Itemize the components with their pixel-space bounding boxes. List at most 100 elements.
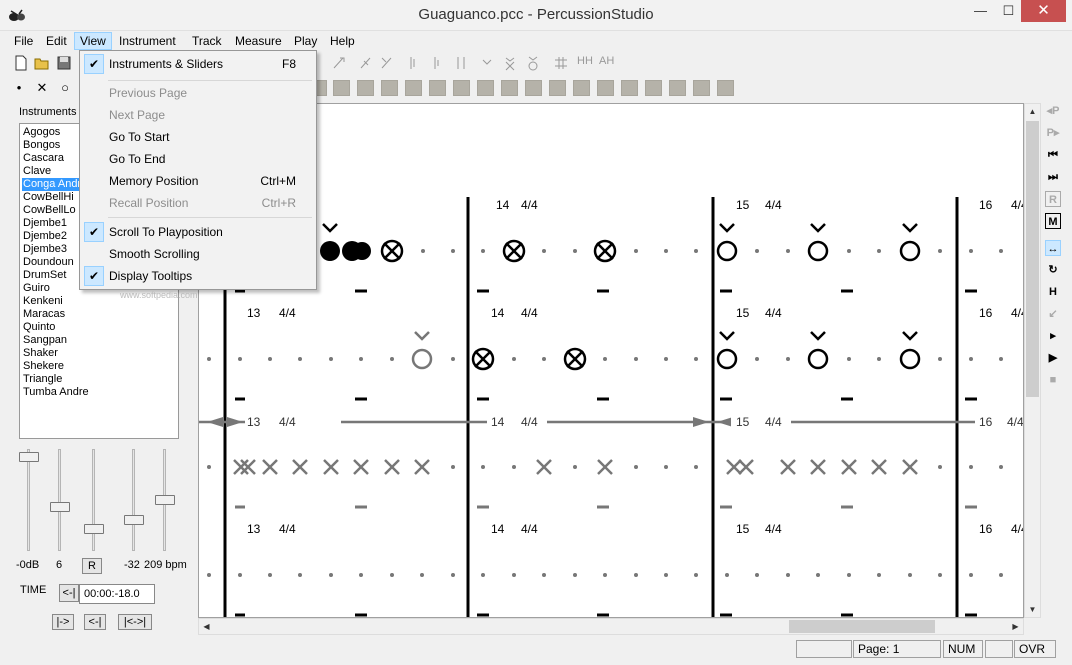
scroll-right-icon[interactable]: ▶: [1008, 619, 1023, 634]
minimize-button[interactable]: —: [965, 0, 996, 22]
o-note-button[interactable]: ○: [56, 79, 74, 97]
step-button[interactable]: [477, 80, 494, 96]
instrument-item[interactable]: Shekere: [23, 360, 64, 373]
step-button[interactable]: [549, 80, 566, 96]
instrument-item[interactable]: Doundoun: [23, 256, 74, 269]
accent-o-icon[interactable]: [524, 54, 542, 72]
time-reset-button[interactable]: <-|: [59, 584, 79, 602]
reverb-slider-thumb[interactable]: [84, 524, 104, 535]
menu-track[interactable]: Track: [187, 32, 227, 50]
go-to-end-icon[interactable]: ⏭: [1045, 169, 1061, 185]
instrument-item[interactable]: Clave: [23, 165, 51, 178]
go-to-start-icon[interactable]: ⏮: [1045, 147, 1061, 163]
menu-edit[interactable]: Edit: [41, 32, 72, 50]
step-button[interactable]: [693, 80, 710, 96]
step-button[interactable]: [357, 80, 374, 96]
instrument-item[interactable]: Djembe1: [23, 217, 67, 230]
stop-icon[interactable]: ■: [1045, 372, 1061, 388]
vertical-scroll-thumb[interactable]: [1026, 121, 1039, 397]
ah-chord-label[interactable]: AH: [599, 55, 614, 67]
step-button[interactable]: [453, 80, 470, 96]
step-button[interactable]: [429, 80, 446, 96]
step-button[interactable]: [525, 80, 542, 96]
scroll-playposition-icon[interactable]: ↔: [1045, 240, 1061, 256]
loop-icon[interactable]: ↻: [1045, 262, 1061, 278]
hh-chord-label[interactable]: HH: [577, 55, 593, 67]
step-button[interactable]: [597, 80, 614, 96]
menu-go-to-end[interactable]: Go To End: [82, 148, 314, 170]
scroll-left-icon[interactable]: ◀: [199, 619, 214, 634]
menu-instruments-sliders[interactable]: ✔ Instruments & Sliders F8: [82, 53, 314, 75]
instrument-item[interactable]: DrumSet: [23, 269, 66, 282]
note-tool-3-icon[interactable]: [378, 54, 396, 72]
menu-smooth-scrolling[interactable]: Smooth Scrolling: [82, 243, 314, 265]
bar-tool-2-icon[interactable]: [428, 54, 446, 72]
menu-play[interactable]: Play: [289, 32, 322, 50]
instrument-item[interactable]: Cascara: [23, 152, 64, 165]
step-button[interactable]: [669, 80, 686, 96]
menu-scroll-to-playposition[interactable]: ✔ Scroll To Playposition: [82, 221, 314, 243]
menu-display-tooltips[interactable]: ✔ Display Tooltips: [82, 265, 314, 287]
chord-icon[interactable]: [552, 54, 570, 72]
pan-slider-thumb[interactable]: [50, 502, 70, 513]
accent-x-icon[interactable]: [501, 54, 519, 72]
instrument-item[interactable]: Maracas: [23, 308, 65, 321]
menu-help[interactable]: Help: [325, 32, 360, 50]
instrument-item[interactable]: Djembe2: [23, 230, 67, 243]
recall-position-icon[interactable]: R: [1045, 191, 1061, 207]
close-button[interactable]: ✕: [1021, 0, 1066, 22]
horizontal-scrollbar[interactable]: ◀ ▶: [198, 618, 1024, 635]
master-slider-thumb[interactable]: [124, 515, 144, 526]
menu-go-to-start[interactable]: Go To Start: [82, 126, 314, 148]
step-button[interactable]: [501, 80, 518, 96]
volume-slider-thumb[interactable]: [19, 451, 39, 462]
memory-position-icon[interactable]: M: [1045, 213, 1061, 229]
vertical-scrollbar[interactable]: ▲ ▼: [1024, 103, 1041, 618]
instrument-item[interactable]: Tumba Andre: [23, 386, 89, 399]
menu-instrument[interactable]: Instrument: [114, 32, 181, 50]
instrument-item[interactable]: Kenkeni: [23, 295, 63, 308]
horizontal-scroll-thumb[interactable]: [789, 620, 935, 633]
bar-tool-icon[interactable]: [403, 54, 421, 72]
instrument-item[interactable]: Triangle: [23, 373, 62, 386]
previous-page-icon[interactable]: ◂P: [1045, 103, 1061, 119]
maximize-button[interactable]: ☐: [993, 0, 1024, 22]
score-view[interactable]: 14 4/4 15 4/4 16 4/4: [198, 103, 1024, 618]
menu-file[interactable]: File: [9, 32, 38, 50]
score-canvas[interactable]: 14 4/4 15 4/4 16 4/4: [199, 104, 1024, 618]
instrument-item[interactable]: Bongos: [23, 139, 60, 152]
instrument-item[interactable]: Sangpan: [23, 334, 67, 347]
instrument-item[interactable]: Djembe3: [23, 243, 67, 256]
step-button[interactable]: [573, 80, 590, 96]
next-page-icon[interactable]: P▸: [1045, 125, 1061, 141]
instrument-item[interactable]: Quinto: [23, 321, 55, 334]
rewind-button[interactable]: <-|: [84, 614, 106, 630]
step-button[interactable]: [333, 80, 350, 96]
note-tool-2-icon[interactable]: [357, 54, 375, 72]
instrument-item[interactable]: Shaker: [23, 347, 58, 360]
dot-note-button[interactable]: •: [10, 79, 28, 97]
step-play-icon[interactable]: ▸: [1045, 328, 1061, 344]
note-tool-icon[interactable]: [330, 54, 348, 72]
bar-tool-3-icon[interactable]: [452, 54, 470, 72]
loop-button[interactable]: |<->|: [118, 614, 152, 630]
play-icon[interactable]: ▶: [1045, 350, 1061, 366]
menu-view[interactable]: View: [74, 32, 112, 50]
draw-icon[interactable]: ↙: [1045, 306, 1061, 322]
forward-button[interactable]: |->: [52, 614, 74, 630]
instrument-item[interactable]: CowBellLo: [23, 204, 76, 217]
instrument-item[interactable]: Agogos: [23, 126, 60, 139]
step-button[interactable]: [645, 80, 662, 96]
step-button[interactable]: [405, 80, 422, 96]
new-file-icon[interactable]: [12, 54, 30, 72]
step-button[interactable]: [381, 80, 398, 96]
scroll-up-icon[interactable]: ▲: [1025, 104, 1040, 119]
step-button[interactable]: [621, 80, 638, 96]
open-folder-icon[interactable]: [33, 54, 51, 72]
instrument-item-selected[interactable]: Conga Andre: [22, 178, 87, 191]
instrument-item[interactable]: CowBellHi: [23, 191, 74, 204]
menu-memory-position[interactable]: Memory Position Ctrl+M: [82, 170, 314, 192]
reset-slider-button[interactable]: R: [82, 558, 102, 574]
save-icon[interactable]: [55, 54, 73, 72]
menu-measure[interactable]: Measure: [230, 32, 287, 50]
